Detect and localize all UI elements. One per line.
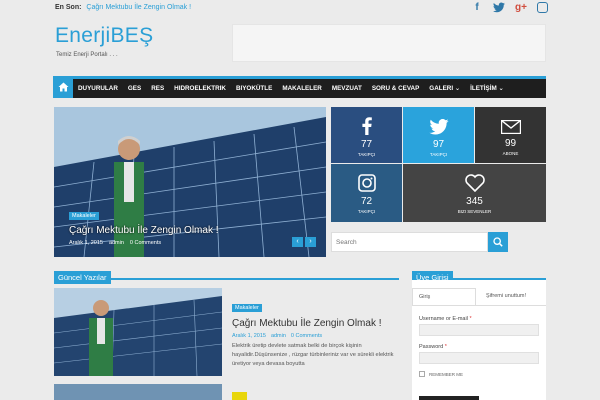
- post-date[interactable]: Aralık 1, 2015: [232, 333, 266, 339]
- social-links: f g+: [471, 2, 548, 14]
- username-field[interactable]: [419, 324, 539, 336]
- post-title[interactable]: Çağrı Mektubu İle Zengin Olmak !: [232, 318, 398, 329]
- slide-date[interactable]: Aralık 1, 2015: [69, 240, 103, 246]
- chevron-down-icon: ⌄: [498, 85, 504, 92]
- instagram-label: TAKIPÇI: [357, 209, 376, 214]
- facebook-tile[interactable]: 77 TAKIPÇI: [331, 107, 402, 163]
- twitter-tile[interactable]: 97 TAKIPÇI: [403, 107, 474, 163]
- login-tabs: Giriş Şifremi unuttum!: [412, 288, 546, 306]
- login-widget: Giriş Şifremi unuttum! Username or E-mai…: [412, 280, 546, 400]
- nav-item-duyurular[interactable]: DUYURULAR: [73, 85, 123, 92]
- search-button[interactable]: [488, 232, 508, 252]
- facebook-icon[interactable]: f: [471, 2, 483, 14]
- instagram-icon: [357, 174, 376, 192]
- search-icon: [493, 237, 503, 247]
- nav-item-res[interactable]: RES: [146, 85, 169, 92]
- nav-item-iletisim-label: İLETİŞİM: [470, 85, 497, 92]
- nav-item-biyokutle[interactable]: BIYOKÜTLE: [231, 85, 277, 92]
- required-mark: *: [469, 316, 472, 322]
- home-button[interactable]: [53, 76, 73, 98]
- post-author[interactable]: admin: [271, 333, 286, 339]
- facebook-icon: [361, 117, 372, 135]
- instagram-count: 72: [360, 196, 373, 207]
- tab-login[interactable]: Giriş: [412, 288, 476, 305]
- breaking-headline-link[interactable]: Çağrı Mektubu İle Zengin Olmak !: [86, 4, 191, 11]
- search-input[interactable]: [331, 232, 488, 252]
- recent-post: Makaleler Çağrı Mektubu İle Zengin Olmak…: [232, 296, 398, 369]
- chevron-down-icon: ⌄: [454, 85, 461, 92]
- nav-item-mevzuat[interactable]: MEVZUAT: [327, 85, 367, 92]
- slide-title[interactable]: Çağrı Mektubu İle Zengin Olmak !: [69, 225, 219, 236]
- newsletter-count: 99: [504, 138, 517, 149]
- breaking-news: En Son: Çağrı Mektubu İle Zengin Olmak !: [55, 4, 191, 11]
- social-counter-tiles: 77 TAKIPÇI 97 TAKIPÇI 99 ABONE 72 TAKIPÇ…: [331, 107, 546, 222]
- google-plus-icon[interactable]: g+: [515, 2, 527, 14]
- password-label-text: Password: [419, 344, 444, 350]
- main-nav: DUYURULAR GES RES HIDROELEKTRIK BIYOKÜTL…: [53, 76, 546, 98]
- remember-me-checkbox[interactable]: [419, 371, 425, 377]
- twitter-label: TAKIPÇI: [429, 152, 448, 157]
- nav-item-ges[interactable]: GES: [123, 85, 146, 92]
- login-heading: Üye Girişi: [412, 267, 546, 284]
- slider-next-button[interactable]: ›: [305, 237, 316, 247]
- slide-category-badge[interactable]: Makaleler: [69, 212, 99, 220]
- newsletter-tile[interactable]: 99 ABONE: [475, 107, 546, 163]
- site-header: EnerjiBEŞ Temiz Enerji Portalı . . .: [0, 18, 600, 76]
- password-label: Password *: [419, 344, 447, 350]
- slide-meta: Aralık 1, 2015 admin 0 Comments: [69, 240, 161, 246]
- breaking-label: En Son:: [55, 4, 82, 11]
- nav-item-soru-cevap[interactable]: SORU & CEVAP: [367, 85, 424, 92]
- post-excerpt: Elektrik üretip devlete satmak belki de …: [232, 343, 394, 367]
- username-label-text: Username or E-mail: [419, 316, 468, 322]
- required-mark: *: [444, 344, 447, 350]
- likes-count: 345: [466, 196, 483, 207]
- password-field[interactable]: [419, 352, 539, 364]
- facebook-count: 77: [360, 139, 373, 150]
- home-icon: [58, 82, 68, 92]
- top-bar: En Son: Çağrı Mektubu İle Zengin Olmak !…: [0, 0, 600, 18]
- post-meta: Aralık 1, 2015 admin 0 Comments: [232, 333, 398, 339]
- username-label: Username or E-mail *: [419, 316, 472, 322]
- newsletter-label: ABONE: [502, 151, 519, 156]
- instagram-icon[interactable]: [537, 2, 548, 13]
- mail-icon: [500, 120, 521, 134]
- login-submit-button[interactable]: [419, 396, 479, 400]
- site-logo[interactable]: EnerjiBEŞ: [55, 24, 153, 48]
- recent-post-image: [54, 288, 222, 376]
- likes-tile[interactable]: 345 BIZI SEVENLER: [403, 164, 546, 222]
- header-ad-banner: [232, 24, 546, 62]
- twitter-count: 97: [432, 139, 445, 150]
- recent-post-thumbnail[interactable]: [54, 288, 222, 376]
- twitter-icon[interactable]: [493, 2, 505, 14]
- facebook-label: TAKIPÇI: [357, 152, 376, 157]
- nav-item-hidroelektrik[interactable]: HIDROELEKTRIK: [169, 85, 231, 92]
- featured-slider[interactable]: Makaleler Çağrı Mektubu İle Zengin Olmak…: [54, 107, 326, 257]
- site-tagline: Temiz Enerji Portalı . . .: [56, 52, 118, 58]
- post-category-badge[interactable]: Makaleler: [232, 304, 262, 312]
- heart-icon: [464, 174, 485, 192]
- nav-item-galeri-label: GALERI: [429, 85, 454, 92]
- tab-forgot-password[interactable]: Şifremi unuttum!: [476, 288, 536, 305]
- recent-posts-title: Güncel Yazılar: [54, 271, 111, 284]
- nav-item-galeri[interactable]: GALERI ⌄: [424, 85, 465, 92]
- slider-arrows: ‹ ›: [292, 237, 316, 247]
- remember-me-label: REMEMBER ME: [429, 371, 464, 377]
- nav-item-makaleler[interactable]: MAKALELER: [277, 85, 327, 92]
- second-post-category-badge[interactable]: [232, 392, 247, 400]
- likes-label: BIZI SEVENLER: [457, 209, 492, 214]
- second-post-thumbnail[interactable]: [54, 384, 222, 400]
- twitter-icon: [428, 119, 449, 135]
- instagram-tile[interactable]: 72 TAKIPÇI: [331, 164, 402, 222]
- remember-me: REMEMBER ME: [419, 371, 463, 377]
- slide-author[interactable]: admin: [109, 240, 124, 246]
- nav-item-iletisim[interactable]: İLETİŞİM ⌄: [465, 85, 509, 92]
- slider-prev-button[interactable]: ‹: [292, 237, 303, 247]
- post-comments[interactable]: 0 Comments: [291, 333, 322, 339]
- recent-posts-heading: Güncel Yazılar: [54, 267, 399, 284]
- slide-comments[interactable]: 0 Comments: [130, 240, 161, 246]
